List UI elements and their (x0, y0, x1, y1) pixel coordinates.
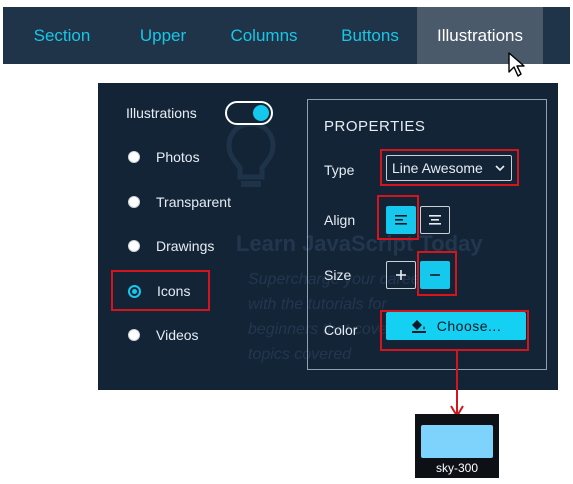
mouse-pointer-icon (508, 52, 525, 77)
radio-transparent[interactable]: Transparent (128, 190, 231, 214)
toggle-knob (252, 105, 269, 121)
illustration-options: Illustrations Photos Transparent Drawing… (98, 83, 298, 390)
highlight-align-left (377, 195, 419, 240)
color-swatch (421, 425, 493, 458)
size-increase-button[interactable] (386, 261, 416, 289)
color-swatch-label: sky-300 (435, 461, 479, 475)
tab-bar: Section Upper Columns Buttons Illustrati… (3, 7, 570, 64)
highlight-choose-color (380, 310, 529, 351)
color-label: Color (324, 322, 358, 338)
radio-drawings[interactable]: Drawings (128, 234, 214, 258)
plus-icon (396, 270, 406, 280)
illustrations-toggle-row: Illustrations (126, 101, 273, 125)
highlight-type-select (380, 149, 519, 186)
size-label: Size (324, 267, 352, 283)
arrow-down-icon (450, 350, 464, 418)
radio-label: Videos (156, 327, 199, 343)
tab-buttons[interactable]: Buttons (323, 7, 417, 64)
tab-upper[interactable]: Upper (121, 7, 205, 64)
align-center-button[interactable] (420, 206, 450, 234)
color-swatch-card: sky-300 (415, 414, 499, 478)
highlight-size-decrease (417, 251, 457, 296)
type-label: Type (324, 162, 355, 178)
tab-columns[interactable]: Columns (205, 7, 323, 64)
properties-title: PROPERTIES (324, 118, 426, 135)
radio-label: Drawings (156, 238, 215, 254)
radio-circle (128, 240, 140, 252)
illustrations-toggle[interactable] (224, 101, 273, 125)
radio-photos[interactable]: Photos (128, 145, 200, 169)
illustrations-toggle-label: Illustrations (126, 105, 197, 121)
radio-label: Transparent (156, 194, 231, 210)
radio-circle (128, 151, 140, 163)
radio-label: Photos (156, 149, 200, 165)
tab-section[interactable]: Section (3, 7, 121, 64)
align-label: Align (324, 212, 356, 228)
radio-videos[interactable]: Videos (128, 323, 199, 347)
radio-circle (128, 329, 140, 341)
highlight-icons-radio (111, 270, 210, 311)
align-center-icon (429, 215, 441, 225)
radio-circle (128, 196, 140, 208)
